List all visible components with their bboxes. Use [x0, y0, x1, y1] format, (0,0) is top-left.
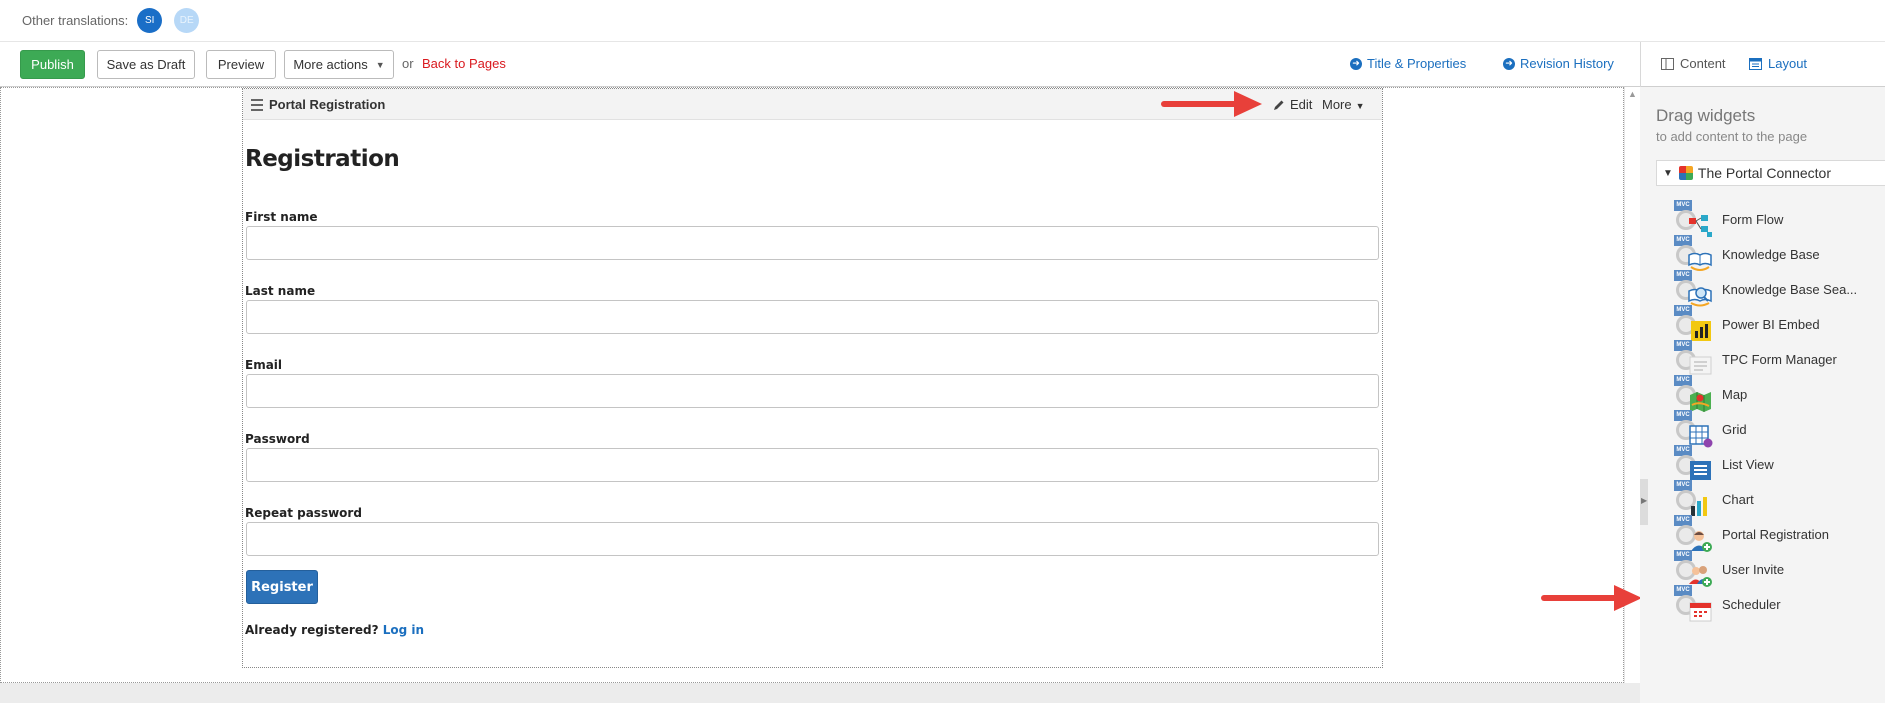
portal-registration-widget[interactable]: Portal Registration Edit More ▼ Registrat… [242, 88, 1383, 668]
tab-content[interactable]: Content [1661, 56, 1726, 71]
drag-widgets-subheading: to add content to the page [1656, 129, 1808, 144]
page-toolbar: Publish Save as Draft Preview More actio… [0, 42, 1885, 87]
widget-label: User Invite [1722, 561, 1785, 577]
columns-icon [1661, 57, 1674, 70]
repeat-password-label: Repeat password [245, 506, 362, 520]
widget-label: Knowledge Base [1722, 246, 1820, 262]
last-name-input[interactable] [246, 300, 1379, 334]
caret-down-icon: ▼ [1663, 167, 1673, 179]
back-to-pages-link[interactable]: Back to Pages [422, 56, 506, 71]
language-badge-si[interactable]: SI [137, 8, 163, 33]
scroll-up-icon[interactable]: ▲ [1628, 89, 1637, 99]
portal-connector-logo-icon [1678, 166, 1693, 180]
tab-layout[interactable]: Layout [1749, 56, 1807, 71]
register-button[interactable]: Register [246, 570, 318, 604]
tab-content-label: Content [1680, 56, 1726, 71]
widget-edit-label: Edit [1290, 97, 1313, 112]
widget-group-portal-connector[interactable]: ▼ The Portal Connector [1656, 160, 1885, 186]
tab-layout-label: Layout [1768, 56, 1808, 71]
language-badge-de[interactable]: DE [174, 8, 200, 33]
publish-button[interactable]: Publish [20, 50, 85, 79]
or-text: or [402, 56, 414, 71]
widget-label: Power BI Embed [1722, 316, 1820, 332]
log-in-link[interactable]: Log in [383, 623, 424, 637]
repeat-password-input[interactable] [246, 522, 1379, 556]
first-name-label: First name [245, 210, 318, 224]
revision-history-label: Revision History [1520, 56, 1614, 71]
preview-button[interactable]: Preview [206, 50, 276, 79]
email-input[interactable] [246, 374, 1379, 408]
title-properties-label: Title & Properties [1367, 56, 1467, 71]
widget-label: Knowledge Base Sea... [1722, 281, 1858, 297]
already-registered-label: Already registered? [245, 623, 379, 637]
scheduler-icon [1689, 602, 1712, 622]
arrow-right-circle-icon: ➜ [1350, 57, 1362, 70]
pencil-icon [1274, 100, 1284, 110]
widget-label: Chart [1722, 491, 1754, 507]
registration-heading: Registration [245, 146, 400, 172]
panel-collapse-handle[interactable]: ▶ [1640, 479, 1648, 525]
widget-label: Scheduler [1722, 596, 1781, 612]
widget-more-label: More [1322, 97, 1352, 112]
widget-item-scheduler[interactable]: MVC Scheduler [1672, 583, 1885, 625]
toolbar-divider [1640, 42, 1641, 87]
last-name-label: Last name [245, 284, 316, 298]
annotation-arrow-edit [1161, 91, 1262, 117]
collapse-arrow-icon: ▶ [1641, 496, 1648, 505]
already-registered-text: Already registered? Log in [245, 623, 424, 637]
arrow-right-circle-icon: ➜ [1503, 57, 1515, 70]
widgets-panel: ▶ Drag widgets to add content to the pag… [1640, 87, 1885, 703]
layout-icon [1749, 57, 1762, 70]
drag-widgets-heading: Drag widgets [1656, 106, 1756, 125]
more-actions-button[interactable]: More actions ▼ [284, 50, 394, 79]
drag-handle-icon[interactable] [251, 99, 263, 114]
revision-history-link[interactable]: ➜ Revision History [1503, 56, 1614, 71]
widget-edit-button[interactable]: Edit [1273, 97, 1312, 112]
widget-title: Portal Registration [269, 97, 386, 112]
widget-label: Form Flow [1722, 211, 1784, 227]
widget-label: TPC Form Manager [1722, 351, 1837, 367]
chevron-down-icon: ▼ [375, 59, 385, 70]
password-input[interactable] [246, 448, 1379, 482]
first-name-input[interactable] [246, 226, 1379, 260]
widget-label: Portal Registration [1722, 526, 1829, 542]
widget-label: Map [1722, 386, 1748, 402]
caret-down-icon: ▼ [1355, 101, 1365, 111]
canvas-bottom-strip [0, 683, 1640, 703]
email-label: Email [245, 358, 283, 372]
translations-bar: Other translations: SI DE [0, 0, 1885, 42]
more-actions-label: More actions [293, 57, 368, 72]
title-properties-link[interactable]: ➜ Title & Properties [1350, 56, 1466, 71]
widget-more-button[interactable]: More ▼ [1322, 97, 1365, 112]
annotation-arrow-portal-registration [1541, 585, 1642, 611]
widget-label: Grid [1722, 421, 1747, 437]
translations-label: Other translations: [22, 13, 129, 28]
widget-group-label: The Portal Connector [1697, 165, 1831, 181]
widget-label: List View [1722, 456, 1774, 472]
password-label: Password [245, 432, 310, 446]
save-as-draft-button[interactable]: Save as Draft [97, 50, 195, 79]
